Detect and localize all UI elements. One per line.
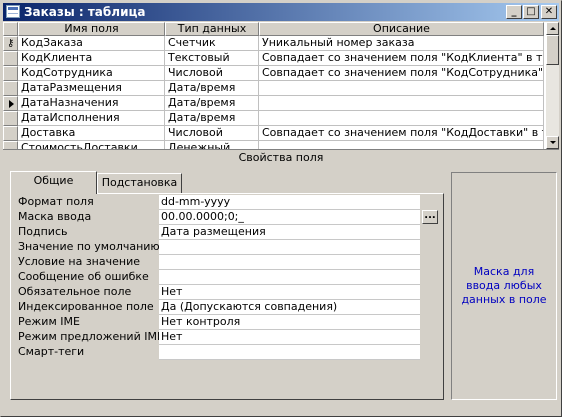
title-bar[interactable]: Заказы : таблица _ □ ✕ [3, 3, 559, 21]
property-row: Подпись Дата размещения [18, 225, 423, 240]
property-row: Режим IME Нет контроля [18, 315, 423, 330]
property-value-field[interactable]: Дата размещения [159, 225, 420, 240]
scroll-down-button[interactable] [546, 136, 559, 149]
arrow-up-icon [550, 27, 556, 30]
table-row[interactable]: ⚷ КодЗаказа Счетчик Уникальный номер заказа [3, 36, 544, 51]
table-icon [6, 5, 20, 18]
row-selector[interactable] [3, 141, 18, 149]
description-cell[interactable]: Совпадает со значением поля "КодДоставки… [259, 126, 544, 141]
key-icon: ⚷ [7, 38, 15, 49]
table-row[interactable]: КодКлиента Текстовый Совпадает со значение… [3, 51, 544, 66]
data-type-cell[interactable]: Текстовый [165, 51, 259, 66]
property-value-field[interactable] [159, 240, 420, 255]
property-row: Индексированное поле Да (Допускаются совп… [18, 300, 423, 315]
property-label: Значение по умолчанию [18, 240, 160, 253]
field-name-cell[interactable]: Доставка [18, 126, 165, 141]
property-row: Режим предложений IME Нет [18, 330, 423, 345]
property-row: Обязательное поле Нет [18, 285, 423, 300]
scroll-thumb[interactable] [546, 35, 559, 65]
column-header-description[interactable]: Описание [259, 22, 544, 36]
data-type-cell[interactable]: Денежный [165, 141, 259, 149]
row-pointer-icon [9, 100, 14, 108]
grid-header: Имя поля Тип данных Описание [3, 22, 544, 36]
property-value-field[interactable]: Нет [159, 285, 420, 300]
property-label: Режим IME [18, 315, 80, 328]
property-row: Маска ввода 00.00.0000;0;_... [18, 210, 438, 225]
property-value-field[interactable] [159, 270, 420, 285]
table-row[interactable]: СтоимостьДоставки Денежный [3, 141, 544, 149]
arrow-down-icon [550, 141, 556, 144]
property-value-field[interactable] [159, 255, 420, 270]
field-name-cell[interactable]: КодЗаказа [18, 36, 165, 51]
minimize-button[interactable]: _ [506, 5, 522, 19]
property-value-field[interactable]: 00.00.0000;0;_ [159, 210, 420, 225]
field-name-cell[interactable]: КодКлиента [18, 51, 165, 66]
property-row: Смарт-теги [18, 345, 423, 360]
data-type-cell[interactable]: Счетчик [165, 36, 259, 51]
data-type-cell[interactable]: Числовой [165, 66, 259, 81]
table-row[interactable]: ДатаИсполнения Дата/время [3, 111, 544, 126]
row-selector[interactable] [3, 111, 18, 126]
column-header-data-type[interactable]: Тип данных [165, 22, 259, 36]
property-row: Условие на значение [18, 255, 423, 270]
property-value-field[interactable]: Нет контроля [159, 315, 420, 330]
description-cell[interactable] [259, 96, 544, 111]
close-button[interactable]: ✕ [541, 5, 557, 19]
property-value-field[interactable] [159, 345, 420, 360]
description-cell[interactable] [259, 81, 544, 96]
property-value-field[interactable]: Да (Допускаются совпадения) [159, 300, 420, 315]
field-name-cell[interactable]: ДатаИсполнения [18, 111, 165, 126]
row-selector[interactable] [3, 126, 18, 141]
row-selector[interactable] [3, 96, 18, 111]
property-label: Режим предложений IME [18, 330, 164, 343]
data-type-cell[interactable]: Числовой [165, 126, 259, 141]
tab-general[interactable]: Общие [10, 171, 97, 194]
column-header-field-name[interactable]: Имя поля [18, 22, 165, 36]
table-row[interactable]: ДатаРазмещения Дата/время [3, 81, 544, 96]
row-selector[interactable] [3, 81, 18, 96]
field-grid: Имя поля Тип данных Описание ⚷ КодЗаказа С… [3, 22, 559, 149]
description-cell[interactable]: Совпадает со значением поля "КодКлиента"… [259, 51, 544, 66]
window-title: Заказы : таблица [24, 5, 146, 19]
table-row[interactable]: ДатаНазначения Дата/время [3, 96, 544, 111]
corner-header [3, 22, 18, 36]
property-label: Сообщение об ошибке [18, 270, 149, 283]
row-selector[interactable] [3, 51, 18, 66]
property-label: Обязательное поле [18, 285, 132, 298]
property-label: Смарт-теги [18, 345, 85, 358]
grid-scrollbar[interactable] [546, 22, 559, 149]
build-button[interactable]: ... [422, 210, 438, 224]
property-label: Формат поля [18, 195, 94, 208]
property-label: Маска ввода [18, 210, 92, 223]
property-row: Сообщение об ошибке [18, 270, 423, 285]
data-type-cell[interactable]: Дата/время [165, 96, 259, 111]
description-cell[interactable]: Уникальный номер заказа [259, 36, 544, 51]
property-label: Условие на значение [18, 255, 140, 268]
row-selector[interactable]: ⚷ [3, 36, 18, 51]
maximize-button[interactable]: □ [523, 5, 539, 19]
property-label: Индексированное поле [18, 300, 154, 313]
property-row: Формат поля dd-mm-yyyy [18, 195, 423, 210]
property-value-field[interactable]: Нет [159, 330, 420, 345]
property-label: Подпись [18, 225, 68, 238]
property-hint: Маска для ввода любых данных в поле [451, 172, 557, 400]
description-cell[interactable]: Совпадает со значением поля "КодСотрудни… [259, 66, 544, 81]
table-row[interactable]: КодСотрудника Числовой Совпадает со значен… [3, 66, 544, 81]
property-row: Значение по умолчанию [18, 240, 423, 255]
field-name-cell[interactable]: ДатаНазначения [18, 96, 165, 111]
field-name-cell[interactable]: ДатаРазмещения [18, 81, 165, 96]
data-type-cell[interactable]: Дата/время [165, 81, 259, 96]
description-cell[interactable] [259, 141, 544, 149]
scroll-up-button[interactable] [546, 22, 559, 35]
row-selector[interactable] [3, 66, 18, 81]
table-row[interactable]: Доставка Числовой Совпадает со значением п… [3, 126, 544, 141]
field-properties-title: Свойства поля [3, 149, 559, 165]
property-value-field[interactable]: dd-mm-yyyy [159, 195, 420, 210]
table-design-window: Заказы : таблица _ □ ✕ Имя поля Тип данн… [0, 0, 562, 417]
field-name-cell[interactable]: КодСотрудника [18, 66, 165, 81]
tab-lookup[interactable]: Подстановка [97, 173, 182, 193]
field-name-cell[interactable]: СтоимостьДоставки [18, 141, 165, 149]
data-type-cell[interactable]: Дата/время [165, 111, 259, 126]
description-cell[interactable] [259, 111, 544, 126]
